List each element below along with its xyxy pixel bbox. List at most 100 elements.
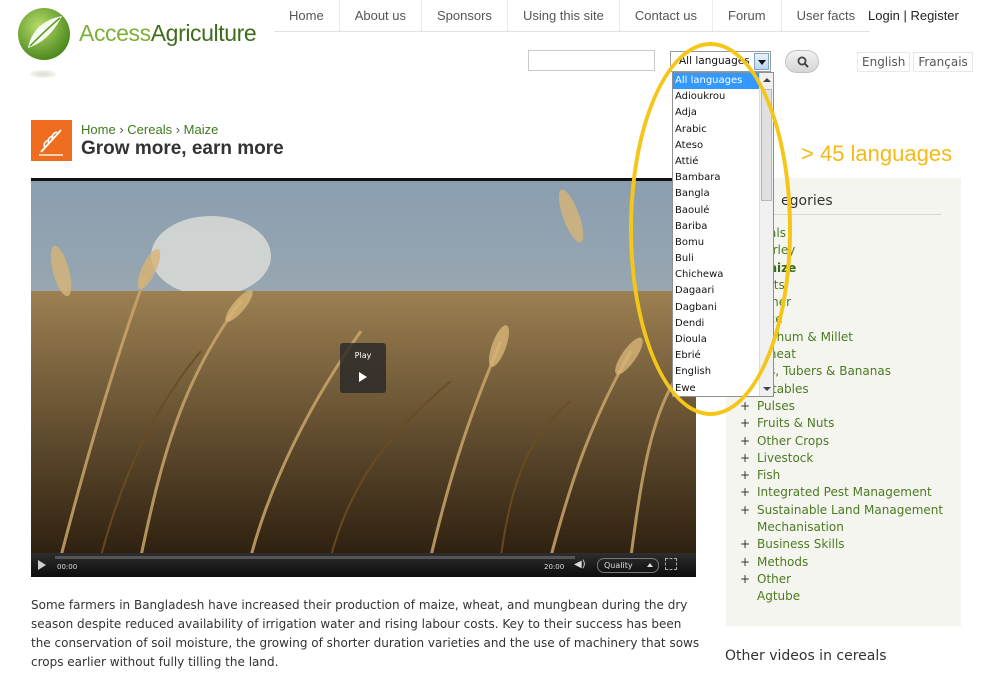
video-controls: 00:00 20:00 ◀) Quality xyxy=(31,553,696,577)
language-option[interactable]: Buli xyxy=(673,251,760,267)
language-option[interactable]: Dagaari xyxy=(673,283,760,299)
search-button[interactable] xyxy=(785,50,819,73)
video-player[interactable]: Play 00:00 20:00 ◀) Quality xyxy=(31,178,696,577)
sidebar-category-item[interactable]: + Business Skills xyxy=(740,536,960,553)
sidebar-category-label: Mechanisation xyxy=(757,520,844,535)
language-dropdown-list[interactable]: All languages Adioukrou Adja Arabic Ateso Att… xyxy=(672,72,774,397)
sidebar-category-item[interactable]: + Integrated Pest Management xyxy=(740,484,960,501)
volume-icon[interactable]: ◀) xyxy=(574,559,586,570)
controls-play-icon[interactable] xyxy=(38,560,46,570)
sidebar-category-item[interactable]: Mechanisation xyxy=(740,519,960,536)
site-logo[interactable]: AccessAgriculture xyxy=(16,6,257,80)
expand-plus-icon[interactable]: + xyxy=(740,536,752,553)
nav-using-this-site[interactable]: Using this site xyxy=(508,0,620,31)
expand-plus-icon[interactable]: + xyxy=(740,398,752,415)
language-option[interactable]: All languages xyxy=(673,73,760,90)
sidebar-category-item[interactable]: + Other Crops xyxy=(740,433,960,450)
nav-contact-us[interactable]: Contact us xyxy=(620,0,714,31)
play-button[interactable]: Play xyxy=(340,343,386,393)
sidebar-category-item[interactable]: + Methods xyxy=(740,554,960,571)
language-option[interactable]: Baoulé xyxy=(673,203,760,219)
language-option[interactable]: Chichewa xyxy=(673,267,760,283)
login-link[interactable]: Login xyxy=(868,8,900,23)
language-options: All languages Adioukrou Adja Arabic Ateso Att… xyxy=(673,73,760,396)
sidebar-category-label: Pulses xyxy=(757,398,795,413)
leaf-globe-icon xyxy=(18,8,70,60)
expand-plus-icon[interactable]: + xyxy=(740,571,752,588)
language-option[interactable]: Ewe xyxy=(673,381,760,396)
lang-francais-link[interactable]: Français xyxy=(913,52,973,72)
time-total: 20:00 xyxy=(544,563,565,571)
sidebar-category-item[interactable]: + Livestock xyxy=(740,450,960,467)
nav-user-facts[interactable]: User facts xyxy=(782,0,871,31)
language-option[interactable]: Adioukrou xyxy=(673,89,760,105)
language-option[interactable]: Ateso xyxy=(673,138,760,154)
breadcrumb-separator: › xyxy=(175,122,181,137)
sidebar-category-label: Methods xyxy=(757,554,809,569)
breadcrumb-maize[interactable]: Maize xyxy=(184,122,219,137)
quality-selector[interactable]: Quality xyxy=(597,558,659,573)
scroll-down-icon[interactable] xyxy=(763,387,771,391)
sidebar-category-item[interactable]: + Fish xyxy=(740,467,960,484)
language-option[interactable]: Bariba xyxy=(673,219,760,235)
logo-word-agriculture: Agriculture xyxy=(150,20,257,46)
language-select[interactable]: All languages xyxy=(670,51,771,72)
scroll-up-icon[interactable] xyxy=(763,78,771,82)
language-select-value: All languages xyxy=(679,55,750,67)
dropdown-scrollbar[interactable] xyxy=(759,73,773,396)
sidebar-category-item[interactable]: + Pulses xyxy=(740,398,960,415)
breadcrumb-home[interactable]: Home xyxy=(81,122,116,137)
lang-english-link[interactable]: English xyxy=(857,52,911,72)
scrollbar-thumb[interactable] xyxy=(761,89,772,201)
nav-home[interactable]: Home xyxy=(274,0,340,31)
breadcrumb-cereals[interactable]: Cereals xyxy=(127,122,172,137)
language-option[interactable]: Attié xyxy=(673,154,760,170)
logo-word-access: Access xyxy=(79,20,151,46)
expand-plus-icon[interactable]: + xyxy=(740,415,752,432)
languages-annotation: > 45 languages xyxy=(801,141,953,166)
video-progress-bar[interactable] xyxy=(55,556,575,559)
nav-sponsors[interactable]: Sponsors xyxy=(422,0,508,31)
language-option[interactable]: Ebrié xyxy=(673,348,760,364)
categories-heading: egories xyxy=(781,193,833,209)
sidebar-category-label: Sustainable Land Management xyxy=(757,502,944,517)
sidebar-category-item[interactable]: + Other xyxy=(740,571,960,588)
language-option[interactable]: English xyxy=(673,364,760,380)
play-label: Play xyxy=(354,351,372,360)
expand-plus-icon[interactable]: + xyxy=(740,554,752,571)
sidebar-category-label: Fruits & Nuts xyxy=(757,416,835,431)
language-option[interactable]: Bangla xyxy=(673,186,760,202)
language-option[interactable]: Arabic xyxy=(673,122,760,138)
expand-plus-icon[interactable]: + xyxy=(740,450,752,467)
video-description: Some farmers in Bangladesh have increase… xyxy=(31,598,700,669)
language-option[interactable]: Bambara xyxy=(673,170,760,186)
language-option[interactable]: Dendi xyxy=(673,316,760,332)
sidebar-category-label: ots, Tubers & Bananas xyxy=(757,364,891,379)
nav-forum[interactable]: Forum xyxy=(713,0,782,31)
site-language-switcher: English Français xyxy=(857,52,973,72)
sidebar-category-item[interactable]: + Sustainable Land Management xyxy=(740,502,960,519)
sidebar-category-label: Agtube xyxy=(757,589,801,604)
expand-plus-icon[interactable]: + xyxy=(740,467,752,484)
logo-shadow xyxy=(30,70,56,78)
language-option[interactable]: Bomu xyxy=(673,235,760,251)
register-link[interactable]: Register xyxy=(910,8,958,23)
other-videos-heading: Other videos in cereals xyxy=(725,648,887,664)
expand-plus-icon[interactable]: + xyxy=(740,484,752,501)
login-separator: | xyxy=(903,8,907,23)
language-option[interactable]: Dagbani xyxy=(673,300,760,316)
nav-about-us[interactable]: About us xyxy=(340,0,423,31)
fullscreen-icon[interactable] xyxy=(665,558,677,570)
sidebar-category-label: Other Crops xyxy=(757,433,830,448)
expand-plus-icon[interactable]: + xyxy=(740,502,752,519)
sidebar-category-label: Business Skills xyxy=(757,537,845,552)
sidebar-category-item[interactable]: Agtube xyxy=(740,588,960,605)
language-option[interactable]: Dioula xyxy=(673,332,760,348)
language-option[interactable]: Adja xyxy=(673,105,760,121)
chevron-down-icon[interactable] xyxy=(754,53,769,70)
time-current: 00:00 xyxy=(57,563,78,571)
sidebar-category-item[interactable]: + Fruits & Nuts xyxy=(740,415,960,432)
expand-plus-icon[interactable]: + xyxy=(740,433,752,450)
quality-label: Quality xyxy=(604,561,633,570)
search-input[interactable] xyxy=(528,50,655,71)
